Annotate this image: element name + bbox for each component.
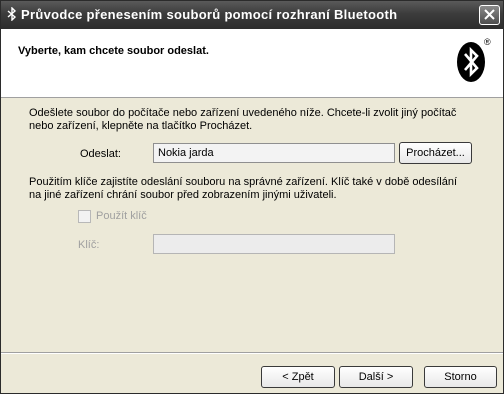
close-icon — [484, 9, 495, 20]
key-field[interactable] — [153, 234, 395, 254]
send-label: Odeslat: — [80, 148, 121, 160]
bluetooth-logo-icon: ® — [456, 37, 491, 83]
next-button[interactable]: Další > — [339, 366, 413, 388]
window-title: Průvodce přenesením souborů pomocí rozhr… — [21, 7, 398, 22]
use-key-checkbox[interactable] — [78, 210, 91, 223]
back-button[interactable]: < Zpět — [261, 366, 335, 388]
key-description: Použitím klíče zajistíte odeslání soubor… — [29, 176, 457, 202]
page-title: Vyberte, kam chcete soubor odeslat. — [18, 45, 209, 57]
use-key-label: Použít klíč — [96, 210, 147, 222]
footer-separator — [1, 352, 503, 354]
browse-button[interactable]: Procházet... — [399, 142, 472, 164]
bluetooth-icon — [7, 6, 21, 23]
key-line-1: Použitím klíče zajistíte odeslání soubor… — [29, 176, 458, 188]
close-button[interactable] — [479, 5, 500, 25]
wizard-window: Průvodce přenesením souborů pomocí rozhr… — [0, 0, 504, 394]
title-bar[interactable]: Průvodce přenesením souborů pomocí rozhr… — [1, 1, 503, 29]
cancel-button[interactable]: Storno — [424, 366, 497, 388]
wizard-header: Vyberte, kam chcete soubor odeslat. ® — [1, 29, 503, 98]
intro-line-1: Odešlete soubor do počítače nebo zařízen… — [29, 107, 457, 119]
key-label: Klíč: — [78, 239, 100, 251]
key-line-2: na jiné zařízení chrání soubor před zobr… — [29, 189, 337, 201]
registered-mark: ® — [484, 37, 491, 47]
intro-line-2: nebo zařízení, klepněte na tlačítko Proc… — [29, 120, 253, 132]
intro-text: Odešlete soubor do počítače nebo zařízen… — [29, 107, 456, 133]
send-to-field[interactable]: Nokia jarda — [153, 143, 395, 163]
